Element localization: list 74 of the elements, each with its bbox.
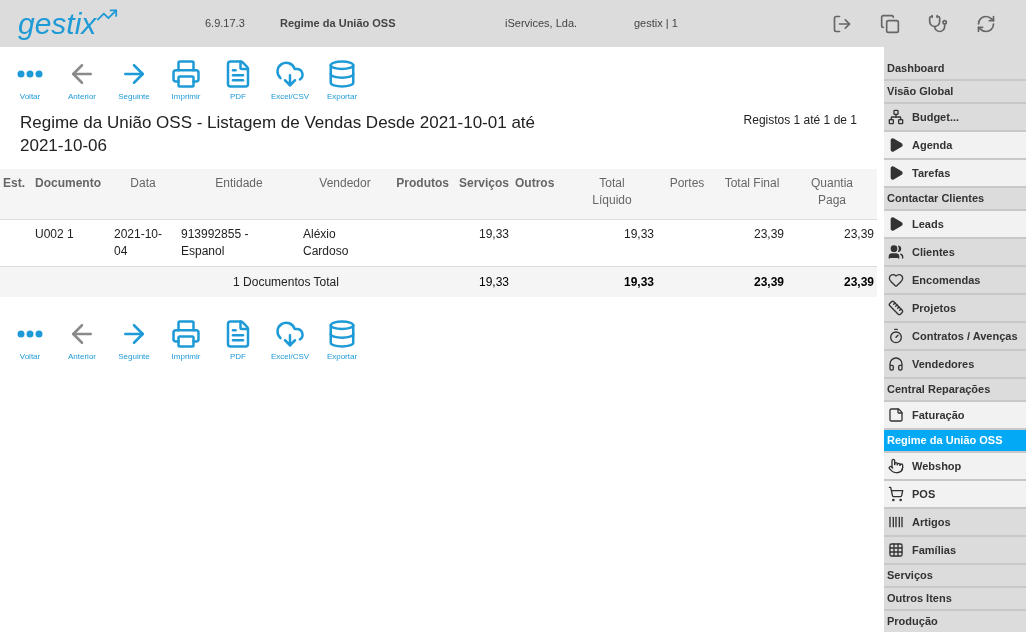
play-icon bbox=[888, 216, 904, 232]
toolbar-button[interactable]: Excel/CSV bbox=[271, 59, 309, 103]
toolbar-button[interactable]: Voltar bbox=[11, 319, 49, 363]
module-title: Regime da União OSS bbox=[280, 16, 397, 32]
user-name: gestix | 1 bbox=[634, 16, 679, 32]
column-header[interactable]: Est. bbox=[3, 175, 25, 192]
table-cell: 2021-10-04 bbox=[114, 226, 164, 260]
refresh-icon[interactable] bbox=[976, 13, 996, 34]
toolbar-button[interactable]: Seguinte bbox=[115, 319, 153, 363]
total-cell: 23,39 bbox=[843, 275, 874, 289]
version-text: 6.9.17.3 bbox=[205, 16, 246, 32]
column-header[interactable]: Vendedor bbox=[319, 175, 371, 192]
column-header[interactable]: Serviços bbox=[458, 175, 509, 192]
table-cell: 23,39 bbox=[753, 226, 784, 243]
total-cell: 19,33 bbox=[478, 275, 509, 289]
logout-icon[interactable] bbox=[832, 13, 852, 34]
toolbar-button[interactable]: Exportar bbox=[323, 319, 361, 363]
records-count: Registos 1 até 1 de 1 bbox=[743, 112, 858, 129]
stopwatch-icon bbox=[888, 328, 904, 344]
total-label: 1 Documentos Total bbox=[233, 275, 339, 289]
toolbar-button[interactable]: Imprimir bbox=[167, 319, 205, 363]
column-header[interactable]: Produtos bbox=[396, 175, 449, 192]
printer-icon bbox=[171, 59, 201, 89]
table-cell: 19,33 bbox=[478, 226, 509, 243]
column-header[interactable]: Total Final bbox=[724, 175, 780, 192]
toolbar-button[interactable]: Imprimir bbox=[167, 59, 205, 103]
grid-icon bbox=[888, 542, 904, 558]
toolbar-button[interactable]: PDF bbox=[219, 319, 257, 363]
document-icon bbox=[888, 407, 904, 423]
sidebar-item[interactable]: Faturação bbox=[884, 402, 1026, 430]
column-header[interactable]: Data bbox=[130, 175, 156, 192]
toolbar-button[interactable]: Seguinte bbox=[115, 59, 153, 103]
toolbar-button[interactable]: PDF bbox=[219, 59, 257, 103]
cloud-download-icon bbox=[275, 319, 305, 349]
people-icon bbox=[888, 244, 904, 260]
column-header[interactable]: Outros bbox=[515, 175, 555, 192]
column-header[interactable]: Entidade bbox=[215, 175, 263, 192]
total-cell: 23,39 bbox=[753, 275, 784, 289]
table-cell-text: Aléxio Cardoso bbox=[303, 226, 350, 260]
headset-icon bbox=[888, 356, 904, 372]
column-header[interactable]: Portes bbox=[669, 175, 705, 192]
toolbar-button[interactable]: Exportar bbox=[323, 59, 361, 103]
table-cell-text: 913992855 - Espanol bbox=[181, 226, 250, 260]
report-title: Regime da União OSS - Listagem de Vendas Desde 2021-10-01 até 2021-10-06 bbox=[19, 112, 537, 157]
cart-icon bbox=[888, 486, 904, 502]
total-cell: 19,33 bbox=[623, 275, 654, 289]
table-cell: 19,33 bbox=[623, 226, 654, 243]
database-icon bbox=[327, 59, 357, 89]
dots-icon bbox=[17, 70, 43, 78]
column-header[interactable]: Total Líquido bbox=[581, 175, 643, 209]
sidebar-item[interactable]: Leads bbox=[884, 211, 1026, 239]
hand-pointer-icon bbox=[888, 458, 904, 474]
play-icon bbox=[888, 165, 904, 181]
barcode-icon bbox=[888, 514, 904, 530]
company-name: iServices, Lda. bbox=[505, 16, 579, 32]
heart-icon bbox=[888, 272, 904, 288]
sidebar-item[interactable]: Webshop bbox=[884, 453, 1026, 481]
cloud-download-icon bbox=[275, 59, 305, 89]
stethoscope-icon[interactable] bbox=[928, 13, 948, 34]
dots-icon bbox=[17, 330, 43, 338]
copy-icon[interactable] bbox=[880, 13, 900, 34]
table-cell: U002 1 bbox=[35, 226, 74, 243]
hierarchy-icon bbox=[888, 109, 904, 125]
database-icon bbox=[327, 319, 357, 349]
ruler-icon bbox=[888, 300, 904, 316]
printer-icon bbox=[171, 319, 201, 349]
sidebar-item[interactable]: Agenda bbox=[884, 132, 1026, 160]
toolbar-button[interactable]: Excel/CSV bbox=[271, 319, 309, 363]
sidebar-item[interactable]: Tarefas bbox=[884, 160, 1026, 188]
sidebar-item[interactable]: POS bbox=[884, 481, 1026, 509]
play-icon bbox=[888, 137, 904, 153]
column-header[interactable]: Quantia Paga bbox=[801, 175, 863, 209]
table-cell: 23,39 bbox=[843, 226, 874, 243]
toolbar-button[interactable]: Voltar bbox=[11, 59, 49, 103]
